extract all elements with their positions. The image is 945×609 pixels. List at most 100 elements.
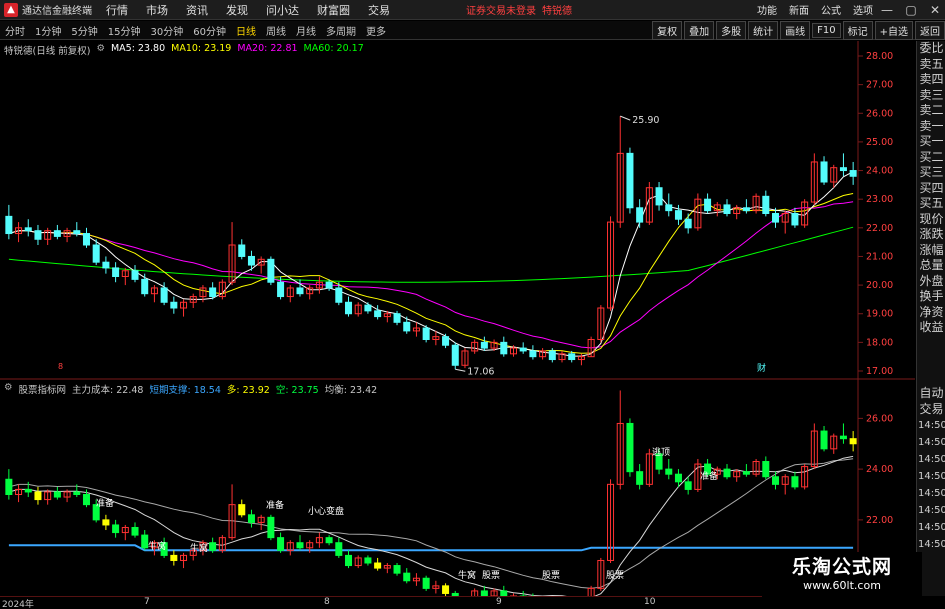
side-item-bid3[interactable]: 买三: [917, 165, 945, 181]
sub-candle-body: [665, 468, 673, 475]
candle-body: [335, 287, 343, 303]
sub-candle-body: [53, 491, 61, 498]
mark-button[interactable]: 标记: [842, 20, 873, 40]
side-item-volume[interactable]: 总量: [917, 258, 945, 274]
tab-1min[interactable]: 1分钟: [30, 23, 66, 38]
maximize-icon[interactable]: ▢: [901, 3, 921, 17]
gear-icon[interactable]: ⚙: [96, 43, 105, 57]
add-watchlist-button[interactable]: +自选: [874, 20, 913, 40]
side-item-net-assets[interactable]: 净资: [917, 305, 945, 321]
candle-body: [791, 213, 799, 226]
period-tab-bar: 分时 1分钟 5分钟 15分钟 30分钟 60分钟 日线 周线 月线 多周期 更…: [0, 20, 945, 40]
side-item-auto[interactable]: 自动: [917, 386, 945, 402]
side-item-earnings[interactable]: 收益: [917, 320, 945, 336]
sub-candle-body: [296, 542, 304, 549]
side-item-ask2[interactable]: 卖二: [917, 103, 945, 119]
side-item-ask4[interactable]: 卖四: [917, 72, 945, 88]
side-item-bid2[interactable]: 买二: [917, 150, 945, 166]
side-item-change[interactable]: 涨跌: [917, 227, 945, 243]
side-item-trade[interactable]: 交易: [917, 402, 945, 418]
tab-15min[interactable]: 15分钟: [103, 23, 146, 38]
candle-body: [247, 255, 255, 266]
side-item-bid4[interactable]: 买四: [917, 181, 945, 197]
menu-item-trade[interactable]: 交易: [368, 2, 390, 18]
side-item-ask5[interactable]: 卖五: [917, 57, 945, 73]
tab-more[interactable]: 更多: [361, 23, 391, 38]
sub-candle-body: [422, 577, 430, 589]
side-lower: 自动 交易 14:50 14:50 14:50 14:50 14:50 14:5…: [917, 386, 945, 553]
tab-daily[interactable]: 日线: [231, 23, 261, 38]
sub-gear-icon[interactable]: ⚙: [4, 382, 13, 396]
tick-time: 14:50: [918, 420, 945, 431]
side-item-ask3[interactable]: 卖三: [917, 88, 945, 104]
back-button[interactable]: 返回: [915, 20, 945, 40]
candle-body: [141, 278, 149, 295]
stats-button[interactable]: 统计: [748, 20, 779, 40]
sub-candle-body: [209, 542, 217, 551]
price-tick-label: 23.00: [866, 194, 893, 205]
support-line: [8, 544, 854, 552]
annotation-prepare: 准备: [700, 470, 718, 482]
candle-body: [665, 204, 673, 212]
sub-candle-body: [374, 562, 382, 569]
tab-multi-period[interactable]: 多周期: [321, 23, 361, 38]
menu-item-wealth[interactable]: 财富圈: [317, 2, 350, 18]
sub-candle-body: [141, 534, 149, 549]
candle-body: [820, 161, 828, 183]
menu-new-page[interactable]: 新面: [789, 2, 809, 17]
kline-chart[interactable]: 28.00 27.00 26.00 25.00 24.00 23.00 22.00 21.00…: [0, 41, 915, 596]
tab-intraday[interactable]: 分时: [0, 23, 30, 38]
side-item-ask1[interactable]: 卖一: [917, 119, 945, 135]
side-item-change-pct[interactable]: 涨幅: [917, 243, 945, 259]
sub-candle-body: [102, 519, 110, 526]
minimize-icon[interactable]: —: [877, 3, 897, 17]
menu-formula[interactable]: 公式: [821, 2, 841, 17]
tick-time: 14:50: [918, 522, 945, 533]
menu-item-markets[interactable]: 市场: [146, 2, 168, 18]
adjust-button[interactable]: 复权: [652, 20, 683, 40]
candle-body: [393, 313, 401, 323]
candle-body: [519, 347, 527, 352]
sub-candle-body: [723, 468, 731, 478]
ma20-label: MA20: 22.81: [237, 43, 298, 54]
chart-area[interactable]: 28.00 27.00 26.00 25.00 24.00 23.00 22.00 21.00…: [0, 41, 915, 596]
menu-item-discover[interactable]: 发现: [226, 2, 248, 18]
side-item-bid5[interactable]: 买五: [917, 196, 945, 212]
menu-item-news[interactable]: 资讯: [186, 2, 208, 18]
sub-candle-body: [762, 461, 770, 478]
side-item-outer[interactable]: 外盘: [917, 274, 945, 290]
menu-options[interactable]: 选项: [853, 2, 873, 17]
overlay-button[interactable]: 叠加: [684, 20, 715, 40]
sub-candle-body: [238, 504, 246, 516]
cost-label: 主力成本: 22.48: [72, 385, 144, 396]
candle-layer: [5, 116, 857, 370]
draw-line-button[interactable]: 画线: [780, 20, 811, 40]
candle-body: [209, 287, 217, 298]
side-item-turnover[interactable]: 换手: [917, 289, 945, 305]
multi-stock-button[interactable]: 多股: [716, 20, 747, 40]
tab-weekly[interactable]: 周线: [261, 23, 291, 38]
f10-button[interactable]: F10: [812, 22, 841, 38]
tab-60min[interactable]: 60分钟: [188, 23, 231, 38]
candle-body: [160, 287, 168, 303]
menu-function[interactable]: 功能: [757, 2, 777, 17]
annotation-stock: 股票: [542, 570, 560, 581]
tab-30min[interactable]: 30分钟: [145, 23, 188, 38]
date-label: 8: [324, 597, 330, 607]
price-tick-label: 17.00: [866, 366, 893, 377]
side-item-bid1[interactable]: 买一: [917, 134, 945, 150]
tab-5min[interactable]: 5分钟: [66, 23, 102, 38]
menu-item-market[interactable]: 行情: [106, 2, 128, 18]
side-item-price[interactable]: 现价: [917, 212, 945, 228]
close-icon[interactable]: ✕: [925, 3, 945, 17]
side-item-order-ratio[interactable]: 委比: [917, 41, 945, 57]
login-notice[interactable]: 证券交易未登录: [466, 2, 536, 17]
main-legend-title: 特锐德(日线 前复权): [4, 46, 91, 57]
finance-marker: 财: [757, 362, 766, 374]
price-tick-label: 22.00: [866, 223, 893, 234]
support-label: 短期支撑: 18.54: [149, 385, 221, 396]
sub-candle-body: [24, 488, 32, 493]
tab-monthly[interactable]: 月线: [291, 23, 321, 38]
menu-item-ask[interactable]: 问小达: [266, 2, 299, 18]
balance-label: 均衡: 23.42: [324, 385, 378, 396]
